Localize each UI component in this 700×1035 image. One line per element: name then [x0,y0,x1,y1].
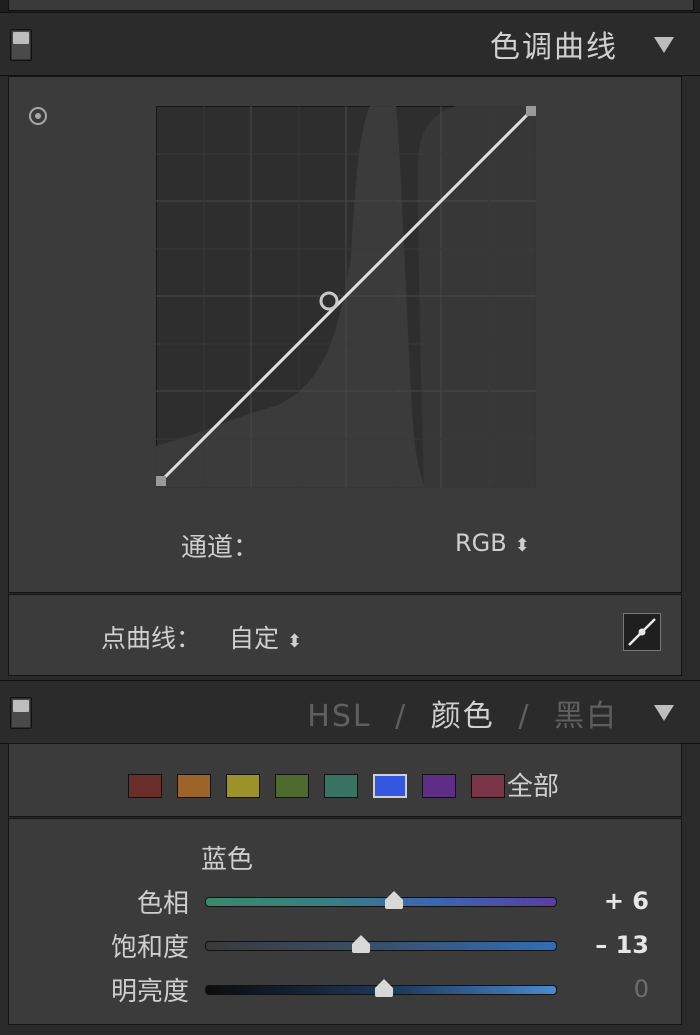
previous-panel-edge [0,0,700,12]
slider-label-luminance: 明亮度 [110,977,189,1007]
panel-switch-icon[interactable] [10,697,32,729]
channel-value: RGB [455,529,507,557]
tab-color[interactable]: 颜色 [431,699,495,734]
tone-curve-panel: 通道： RGB ⬍ [8,76,682,593]
luminance-slider-thumb[interactable] [375,979,393,997]
swatch-magenta[interactable] [471,774,505,798]
saturation-slider[interactable] [205,941,557,951]
tone-curve-header[interactable]: 色调曲线 [0,12,700,76]
collapse-triangle-icon[interactable] [654,705,674,721]
tone-curve-graph[interactable] [156,106,536,488]
slider-label-saturation: 饱和度 [110,933,189,963]
panel-title: 色调曲线 [490,30,618,65]
swatch-orange[interactable] [177,774,211,798]
swatch-yellow[interactable] [226,774,260,798]
tab-separator: / [395,699,408,734]
saturation-slider-thumb[interactable] [352,935,370,953]
panel-switch-icon[interactable] [10,29,32,61]
color-swatch-row: 全部 [8,743,682,817]
hsl-color-header[interactable]: HSL / 颜色 / 黑白 [0,680,700,744]
point-curve-value: 自定 [229,624,280,653]
channel-select[interactable]: RGB ⬍ [455,529,530,557]
tab-separator: / [518,699,531,734]
point-curve-row: 点曲线： 自定 ⬍ [8,594,682,676]
hue-slider-thumb[interactable] [385,891,403,909]
point-curve-select[interactable]: 自定 ⬍ [229,619,302,655]
saturation-value[interactable]: – 13 [549,931,649,959]
point-curve-label: 点曲线： [101,624,202,653]
slider-label-hue: 色相 [136,889,189,919]
hue-slider[interactable] [205,897,557,907]
section-label: 蓝色 [201,845,254,875]
swatch-aqua[interactable] [324,774,358,798]
swatch-green[interactable] [275,774,309,798]
updown-icon: ⬍ [514,535,530,556]
luminance-value[interactable]: 0 [549,975,649,1003]
tab-bw[interactable]: 黑白 [554,699,618,734]
tab-hsl[interactable]: HSL [307,699,371,734]
swatch-red[interactable] [128,774,162,798]
hue-value[interactable]: + 6 [549,887,649,915]
point-curve-icon[interactable] [623,613,661,651]
updown-icon: ⬍ [287,631,303,652]
hsl-tabs: HSL / 颜色 / 黑白 [295,691,618,735]
channel-label: 通道： [181,533,260,563]
collapse-triangle-icon[interactable] [654,37,674,53]
swatch-purple[interactable] [422,774,456,798]
color-sliders-panel: 蓝色 色相 + 6 饱和度 – 13 明亮度 0 [8,818,682,1025]
all-colors-button[interactable]: 全部 [507,766,559,803]
swatch-blue[interactable] [373,774,407,798]
target-adjust-icon[interactable] [29,107,47,125]
